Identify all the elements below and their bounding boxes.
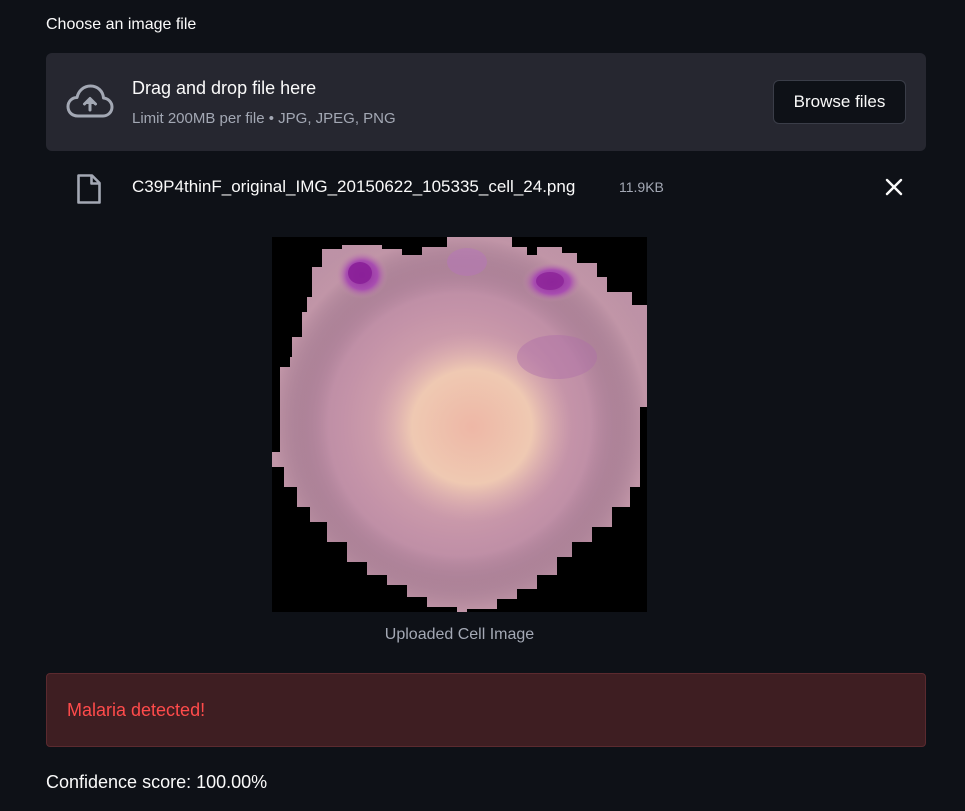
dropzone-title: Drag and drop file here	[132, 78, 317, 98]
alert-message: Malaria detected!	[67, 700, 206, 720]
uploader-label: Choose an image file	[46, 16, 197, 33]
confidence-score: Confidence score: 100.00%	[46, 772, 268, 792]
close-icon[interactable]	[882, 175, 906, 199]
uploaded-file-row: C39P4thinF_original_IMG_20150622_105335_…	[46, 165, 926, 209]
app-page: Choose an image file Drag and drop file …	[0, 0, 965, 811]
file-dropzone[interactable]: Drag and drop file here Limit 200MB per …	[46, 53, 926, 151]
uploaded-cell-image	[272, 237, 647, 612]
browse-files-button[interactable]: Browse files	[773, 80, 906, 124]
file-name: C39P4thinF_original_IMG_20150622_105335_…	[132, 177, 576, 196]
image-caption: Uploaded Cell Image	[384, 626, 535, 643]
error-alert: Malaria detected!	[46, 673, 926, 747]
dropzone-limits: Limit 200MB per file • JPG, JPEG, PNG	[132, 110, 396, 127]
cloud-upload-icon	[66, 84, 114, 118]
file-icon	[77, 174, 101, 204]
file-size: 11.9KB	[619, 179, 664, 195]
